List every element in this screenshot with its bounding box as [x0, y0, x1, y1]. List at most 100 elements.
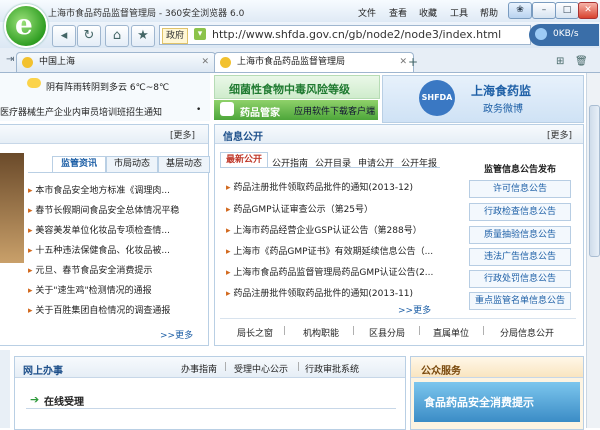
separator: | [352, 326, 356, 336]
notice-license-button[interactable]: 许可信息公告 [469, 180, 571, 198]
info-more-button[interactable]: [更多] [547, 128, 572, 141]
url-input[interactable]: http://www.shfda.gov.cn/gb/node2/node3/i… [212, 28, 501, 41]
maximize-button[interactable]: □ [555, 2, 579, 19]
speed-meter-icon [535, 28, 547, 40]
menu-help[interactable]: 帮助 [480, 6, 498, 19]
notice-quality-button[interactable]: 质量抽验信息公告 [469, 226, 571, 244]
online-accept-title[interactable]: 在线受理 [44, 393, 84, 408]
risk-banner[interactable]: 细菌性食物中毒风险等级 [214, 75, 380, 99]
separator: | [482, 326, 486, 336]
scrollbar-thumb[interactable] [589, 105, 600, 257]
ticker-marker: • [196, 105, 202, 115]
news-more-button[interactable]: [更多] [170, 128, 195, 141]
speed-widget[interactable]: 0KB/s [529, 24, 599, 46]
trash-icon[interactable]: 🗑 [575, 56, 588, 67]
weibo-banner[interactable]: SHFDA 上海食药监 政务微博 [382, 75, 584, 123]
menu-favorites[interactable]: 收藏 [419, 6, 437, 19]
zone-badge[interactable]: 政府 [162, 28, 189, 44]
tab-latest[interactable]: 最新公开 [220, 152, 268, 168]
skin-icon[interactable]: ❀ [508, 2, 532, 19]
restore-tab-icon[interactable]: ⊞ [556, 56, 564, 67]
tab-supervision-news[interactable]: 监管资讯 [52, 156, 106, 172]
news-item[interactable]: ▸ 关于百胜集团自检情况的调查通报 [28, 303, 170, 316]
tab-china-shanghai[interactable]: 中国上海 ✕ [16, 52, 216, 72]
close-icon[interactable]: ✕ [578, 2, 598, 19]
menu-view[interactable]: 查看 [389, 6, 407, 19]
zone-dropdown-icon[interactable]: ▾ [194, 28, 206, 40]
info-item[interactable]: ▸ 药品GMP认证审查公示（第25号） [226, 202, 373, 215]
online-service-title: 网上办事 [23, 366, 63, 377]
tab-label: 中国上海 [39, 57, 76, 67]
tab-local-news[interactable]: 基层动态 [158, 156, 210, 173]
speed-value: 0KB/s [553, 29, 579, 39]
info-tab-divider [220, 167, 440, 168]
home-icon[interactable]: ⌂ [105, 25, 129, 47]
favorite-star-icon[interactable]: ★ [131, 25, 155, 47]
tab-close-icon[interactable]: ✕ [399, 53, 407, 72]
news-item[interactable]: ▸ 十五种违法保健食品、化妆品被... [28, 243, 170, 256]
info-more-link[interactable]: >>更多 [398, 303, 431, 316]
menu-tools[interactable]: 工具 [450, 6, 468, 19]
consumer-tip-banner[interactable]: 食品药品安全消费提示 [414, 382, 580, 422]
notice-watchlist-button[interactable]: 重点监管名单信息公告 [469, 292, 571, 310]
address-bar[interactable]: 政府 ▾ http://www.shfda.gov.cn/gb/node2/no… [159, 25, 531, 45]
app-banner[interactable]: 药品管家 应用软件下载客户端 [214, 100, 378, 120]
links-divider [220, 318, 576, 319]
online-divider [26, 408, 396, 409]
link-functions[interactable]: 机构职能 [303, 326, 339, 339]
app-banner-title: 药品管家 [240, 108, 280, 119]
link-service-guide[interactable]: 办事指南 [181, 362, 217, 375]
notice-inspection-button[interactable]: 行政检查信息公告 [469, 203, 571, 221]
news-more-link[interactable]: >>更多 [160, 328, 193, 341]
link-branch-disclosure[interactable]: 分局信息公开 [500, 326, 554, 339]
site-favicon-icon [22, 57, 33, 68]
link-approval-system[interactable]: 行政审批系统 [305, 362, 359, 375]
app-icon [220, 102, 234, 116]
link-district-branches[interactable]: 区县分局 [369, 326, 405, 339]
tab-shfda[interactable]: 上海市食品药品监督管理局 ✕ [214, 52, 414, 72]
weibo-sub: 政务微博 [483, 104, 523, 115]
risk-banner-title: 细菌性食物中毒风险等级 [229, 83, 350, 96]
info-item[interactable]: ▸ 药品注册批件领取药品批件的通知(2013-11) [226, 286, 413, 299]
arrow-right-icon: ➔ [30, 393, 40, 406]
left-edge [0, 350, 10, 428]
separator: | [283, 326, 287, 336]
window-title: 上海市食品药品监督管理局 - 360安全浏览器 6.0 [48, 9, 245, 19]
link-director[interactable]: 局长之窗 [237, 326, 273, 339]
browser-logo-icon[interactable]: e [4, 4, 48, 48]
info-item[interactable]: ▸ 药品注册批件领取药品批件的通知(2013-12) [226, 180, 413, 193]
tab-divider [28, 172, 208, 173]
shfda-logo: SHFDA [419, 80, 455, 116]
link-affiliated[interactable]: 直属单位 [433, 326, 469, 339]
site-favicon-icon [220, 57, 231, 68]
tab-label: 上海市食品药品监督管理局 [237, 57, 346, 67]
weather-text: 阴有阵雨转阴到多云 6℃~8℃ [46, 83, 170, 93]
notice-penalty-button[interactable]: 行政处罚信息公告 [469, 270, 571, 288]
news-item[interactable]: ▸ 元旦、春节食品安全消费提示 [28, 263, 152, 276]
news-ticker[interactable]: 医疗器械生产企业内审员培训班招生通知 [0, 105, 162, 118]
weibo-title: 上海食药监 [471, 84, 532, 98]
news-item[interactable]: ▸ 美容美发单位化妆品专项检查情... [28, 223, 170, 236]
separator: | [418, 326, 422, 336]
notice-title: 监管信息公告发布 [484, 165, 557, 175]
news-item[interactable]: ▸ 春节长假期间食品安全总体情况平稳 [28, 203, 179, 216]
minimize-button[interactable]: – [532, 2, 556, 19]
back-icon[interactable]: ◂ [52, 25, 76, 47]
tab-city-news[interactable]: 市局动态 [106, 156, 158, 173]
news-item[interactable]: ▸ 关于"速生鸡"检测情况的通报 [28, 283, 152, 296]
new-tab-button[interactable]: + [408, 55, 418, 69]
weather-cloud-icon [27, 78, 41, 88]
refresh-icon[interactable]: ↻ [77, 25, 101, 47]
vertical-scrollbar[interactable] [586, 73, 600, 428]
info-item[interactable]: ▸ 上海市食品药品监督管理局药品GMP认证公告(2... [226, 265, 433, 278]
menu-file[interactable]: 文件 [358, 6, 376, 19]
news-item[interactable]: ▸ 本市食品安全地方标准《调理肉... [28, 183, 170, 196]
link-acceptance-center[interactable]: 受理中心公示 [234, 362, 288, 375]
news-photo [0, 153, 24, 263]
info-item[interactable]: ▸ 上海市《药品GMP证书》有效期延续信息公告（... [226, 244, 433, 257]
tab-close-icon[interactable]: ✕ [201, 53, 209, 72]
sidebar-toggle-icon[interactable]: ⇥ [6, 54, 14, 65]
consumer-tip-text: 食品药品安全消费提示 [424, 396, 534, 409]
notice-illegal-ad-button[interactable]: 违法广告信息公告 [469, 248, 571, 266]
info-item[interactable]: ▸ 上海市药品经营企业GSP认证公告（第288号） [226, 223, 422, 236]
